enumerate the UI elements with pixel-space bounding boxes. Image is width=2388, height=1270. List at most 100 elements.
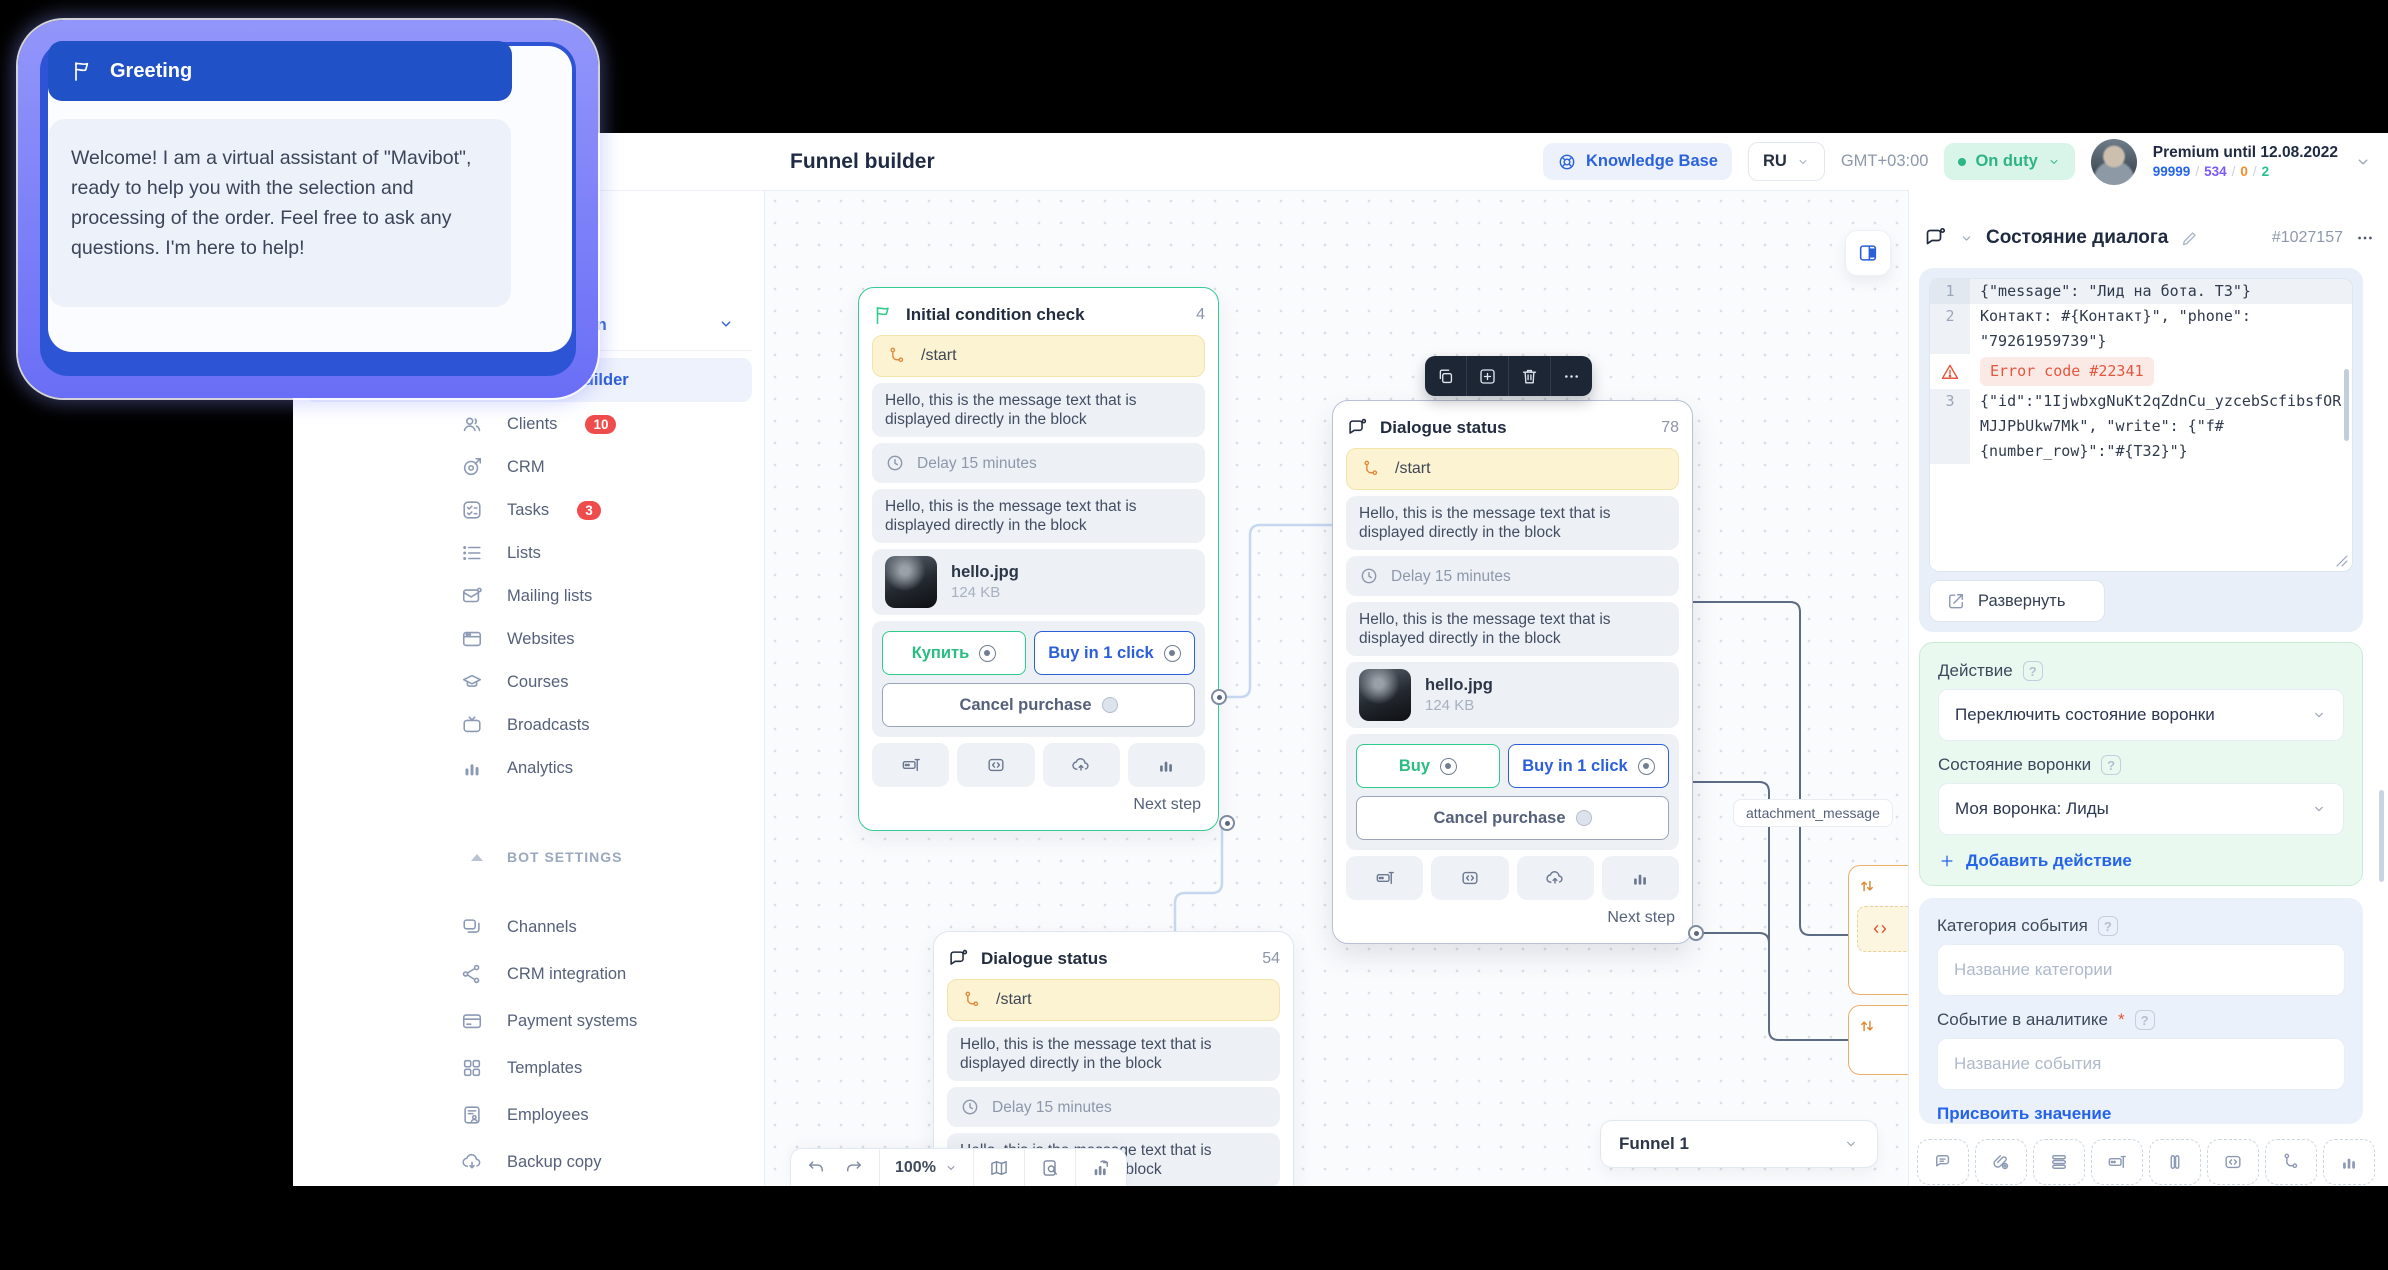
toggle-panel-button[interactable] <box>1845 230 1891 276</box>
code-slot[interactable] <box>1857 906 1908 952</box>
mini-block-transfer[interactable] <box>1848 1005 1908 1075</box>
buy-one-click-button[interactable]: Buy in 1 click <box>1507 744 1669 788</box>
message-block[interactable]: Hello, this is the message text that is … <box>1346 496 1679 550</box>
add-field-button[interactable] <box>2091 1139 2143 1185</box>
delay-block[interactable]: Delay 15 minutes <box>947 1087 1280 1127</box>
message-block[interactable]: Hello, this is the message text that is … <box>1346 602 1679 656</box>
flow-block-initial-condition[interactable]: Initial condition check 4 /start Hello, … <box>858 287 1219 831</box>
add-action-link[interactable]: Добавить действие <box>1938 851 2344 871</box>
account-chevron-icon[interactable] <box>2354 153 2372 171</box>
code-tool-button[interactable] <box>957 743 1035 787</box>
funnel-selector[interactable]: Funnel 1 <box>1600 1120 1878 1168</box>
avatar[interactable] <box>2090 138 2137 185</box>
connector-port[interactable] <box>1219 815 1235 831</box>
help-icon[interactable]: ? <box>2134 1010 2155 1030</box>
add-branch-button[interactable] <box>2265 1139 2317 1185</box>
sidebar-item-crm-integration[interactable]: CRM integration <box>461 952 761 996</box>
connector-radio-icon[interactable] <box>979 644 997 662</box>
next-step[interactable]: Next step <box>1346 906 1679 930</box>
sidebar-item-backup-copy[interactable]: Backup copy <box>461 1140 761 1184</box>
mini-block-sheets[interactable] <box>1848 865 1908 995</box>
add-chart-button[interactable] <box>2323 1139 2375 1185</box>
status-dropdown[interactable]: On duty <box>1944 143 2075 180</box>
delay-block[interactable]: Delay 15 minutes <box>1346 556 1679 596</box>
more-actions-button[interactable] <box>1550 356 1592 396</box>
add-attachment-button[interactable] <box>1975 1139 2027 1185</box>
add-code-button[interactable] <box>2207 1139 2259 1185</box>
help-icon[interactable]: ? <box>2101 755 2122 775</box>
popup-header[interactable]: Greeting <box>48 41 512 101</box>
connector-circle-icon[interactable] <box>1575 810 1592 826</box>
redo-icon[interactable] <box>844 1158 864 1178</box>
sidebar-item-lists[interactable]: Lists <box>461 531 761 575</box>
scrollbar-thumb[interactable] <box>2344 369 2349 441</box>
flow-block-dialogue-status[interactable]: Dialogue status 78 /start Hello, this is… <box>1332 400 1693 944</box>
connector-port[interactable] <box>1211 689 1227 705</box>
add-block-button[interactable] <box>1466 356 1508 396</box>
sidebar-item-mailing-lists[interactable]: Mailing lists <box>461 574 761 618</box>
ellipsis-icon[interactable] <box>2355 228 2375 248</box>
attachment-block[interactable]: hello.jpg 124 KB <box>1346 662 1679 728</box>
code-tool-button[interactable] <box>1431 856 1509 900</box>
code-editor[interactable]: 1 {"message": "Лид на бота. ТЗ"} 2 Конта… <box>1929 278 2353 572</box>
sidebar-item-broadcasts[interactable]: Broadcasts <box>461 703 761 747</box>
cancel-purchase-button[interactable]: Cancel purchase <box>882 683 1195 727</box>
knowledge-base-button[interactable]: Knowledge Base <box>1542 143 1732 180</box>
stats-tool-button[interactable] <box>1127 743 1205 787</box>
delete-block-button[interactable] <box>1508 356 1550 396</box>
delay-block[interactable]: Delay 15 minutes <box>872 443 1205 483</box>
add-columns-button[interactable] <box>2149 1139 2201 1185</box>
sidebar-item-payment-systems[interactable]: Payment systems <box>461 999 761 1043</box>
assign-value-link[interactable]: Присвоить значение <box>1937 1104 2345 1124</box>
greeting-popup[interactable]: Greeting Welcome! I am a virtual assista… <box>18 20 598 398</box>
copy-block-button[interactable] <box>1425 356 1466 396</box>
trigger-start[interactable]: /start <box>947 979 1280 1021</box>
language-dropdown[interactable]: RU <box>1748 142 1825 181</box>
connector-port[interactable] <box>1688 925 1704 941</box>
rename-tool-button[interactable] <box>872 743 950 787</box>
chevron-down-icon[interactable] <box>717 315 735 333</box>
code-line[interactable]: 1 {"message": "Лид на бота. ТЗ"} <box>1930 279 2352 304</box>
sidebar-section-bot-settings[interactable]: BOT SETTINGS <box>471 835 771 879</box>
expand-code-button[interactable]: Развернуть <box>1929 580 2105 622</box>
attachment-block[interactable]: hello.jpg 124 KB <box>872 549 1205 615</box>
pencil-icon[interactable] <box>2180 229 2199 248</box>
wire-label[interactable]: attachment_message <box>1733 799 1893 827</box>
zoom-dropdown[interactable]: 100% <box>880 1149 973 1186</box>
search-blocks-button[interactable] <box>1025 1149 1075 1186</box>
undo-icon[interactable] <box>806 1158 826 1178</box>
refresh-stats-button[interactable] <box>1076 1149 1126 1186</box>
chevron-down-icon[interactable] <box>1959 231 1974 246</box>
code-line[interactable]: 2 Контакт: #{Контакт}", "phone": "792619… <box>1930 304 2352 354</box>
sidebar-item-templates[interactable]: Templates <box>461 1046 761 1090</box>
message-block[interactable]: Hello, this is the message text that is … <box>872 489 1205 543</box>
rename-tool-button[interactable] <box>1346 856 1424 900</box>
minimap-button[interactable] <box>974 1149 1024 1186</box>
sidebar-item-clients[interactable]: Clients 10 <box>461 402 761 446</box>
funnel-canvas[interactable]: attachment_message Initial condition che… <box>764 190 1908 1186</box>
upload-tool-button[interactable] <box>1042 743 1120 787</box>
event-category-input[interactable] <box>1937 944 2345 996</box>
connector-radio-icon[interactable] <box>1637 757 1655 775</box>
add-list-button[interactable] <box>2033 1139 2085 1185</box>
sidebar-item-tasks[interactable]: Tasks 3 <box>461 488 761 532</box>
buy-button[interactable]: Buy <box>1356 744 1500 788</box>
connector-radio-icon[interactable] <box>1163 644 1181 662</box>
resize-handle-icon[interactable] <box>2336 555 2348 567</box>
trigger-start[interactable]: /start <box>1346 448 1679 490</box>
cancel-purchase-button[interactable]: Cancel purchase <box>1356 796 1669 840</box>
next-step[interactable]: Next step <box>872 793 1205 817</box>
sidebar-item-analytics[interactable]: Analytics <box>461 746 761 790</box>
trigger-start[interactable]: /start <box>872 335 1205 377</box>
stats-tool-button[interactable] <box>1601 856 1679 900</box>
add-message-button[interactable] <box>1917 1139 1969 1185</box>
sidebar-item-employees[interactable]: Employees <box>461 1093 761 1137</box>
buy-one-click-button[interactable]: Buy in 1 click <box>1033 631 1195 675</box>
message-block[interactable]: Hello, this is the message text that is … <box>872 383 1205 437</box>
code-line[interactable]: 3 {"id":"1IjwbxgNuKt2qZdnCu_yzcebScfibsf… <box>1930 389 2352 464</box>
buy-button[interactable]: Купить <box>882 631 1026 675</box>
connector-radio-icon[interactable] <box>1440 757 1458 775</box>
sidebar-item-courses[interactable]: Courses <box>461 660 761 704</box>
analytics-event-input[interactable] <box>1937 1038 2345 1090</box>
help-icon[interactable]: ? <box>2097 916 2118 936</box>
